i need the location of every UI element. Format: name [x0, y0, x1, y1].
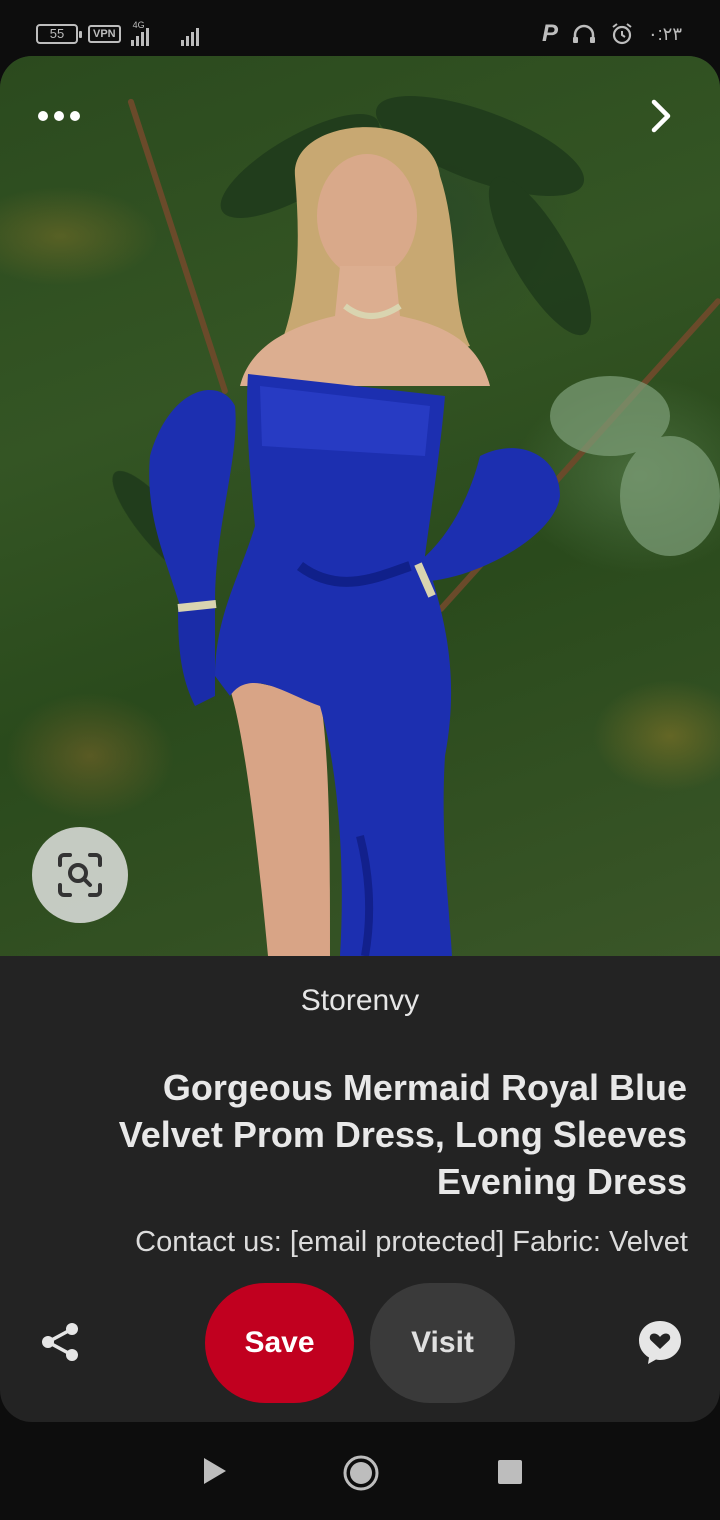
vpn-icon: VPN: [88, 25, 121, 43]
signal-icon-2: [180, 22, 211, 46]
battery-icon: 55: [36, 24, 82, 44]
photo-illustration: [112, 96, 720, 956]
more-horizontal-icon: [38, 111, 48, 121]
pin-description: Contact us: [email protected] Fabric: Ve…: [135, 1226, 688, 1258]
home-circle-icon[interactable]: [342, 1454, 380, 1492]
status-bar: 55 VPN 4G P ٠:٢٣: [0, 0, 720, 56]
visual-search-button[interactable]: [32, 827, 128, 923]
recents-square-icon[interactable]: [498, 1460, 522, 1484]
app-p-icon: P: [541, 20, 558, 47]
share-icon[interactable]: [38, 1320, 82, 1364]
system-nav-bar: [0, 1422, 720, 1520]
pin-image[interactable]: [0, 56, 720, 956]
chevron-right-icon[interactable]: [640, 96, 680, 136]
save-button[interactable]: Save: [205, 1283, 354, 1403]
headset-icon: [572, 24, 595, 43]
pin-source[interactable]: Storenvy: [0, 984, 720, 1018]
pin-card: Storenvy Gorgeous Mermaid Royal Blue Vel…: [0, 56, 720, 1422]
more-options-button[interactable]: [38, 106, 82, 126]
pin-title: Gorgeous Mermaid Royal Blue Velvet Prom …: [118, 1067, 687, 1202]
back-triangle-icon[interactable]: [200, 1454, 230, 1488]
visit-button[interactable]: Visit: [370, 1283, 515, 1403]
alarm-icon: [612, 23, 632, 45]
clock: ٠:٢٣: [647, 23, 682, 44]
comment-icon[interactable]: [636, 1318, 684, 1366]
visual-search-icon: [58, 853, 102, 897]
signal-icon: 4G: [130, 20, 171, 46]
